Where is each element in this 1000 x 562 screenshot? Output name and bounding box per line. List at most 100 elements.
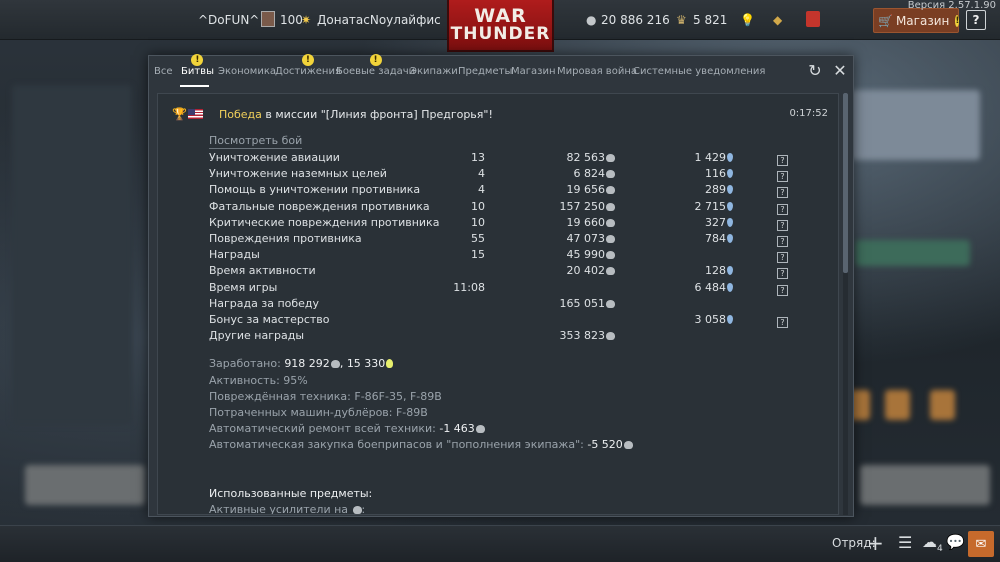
silver-icon (606, 235, 615, 243)
tab-label: Битвы (181, 66, 214, 77)
silver-icon (623, 441, 633, 449)
reward-silver-value: 353 823 (559, 329, 606, 343)
version-label: Версия 2.57.1.90 (907, 0, 996, 11)
reward-silver: 20 402 (567, 264, 615, 277)
tab-label: Мировая война (557, 66, 637, 77)
tab-label: Все (154, 66, 173, 77)
shop-warning-icon: ! (955, 14, 960, 27)
warning-icon: ! (191, 54, 204, 66)
reward-label: Время игры (209, 280, 278, 294)
tab-world-war[interactable]: Мировая война (557, 66, 637, 77)
reward-rp-value: 1 429 (694, 151, 727, 164)
earned-rp: 15 330 (346, 357, 386, 370)
refresh-icon[interactable]: ↻ (807, 63, 823, 79)
warning-icon: ! (369, 54, 382, 66)
tab-system-notifications[interactable]: Системные уведомления (633, 66, 765, 77)
chat-icon[interactable]: 💬 (946, 533, 965, 551)
help-icon[interactable]: ? (777, 153, 788, 166)
shop-button[interactable]: 🛒 Магазин ! (873, 8, 960, 33)
reward-label: Награда за победу (209, 296, 320, 310)
view-battle-link[interactable]: Посмотреть бой (209, 134, 303, 149)
research-bulb-icon[interactable]: 💡 (740, 13, 755, 27)
reward-label: Награды (209, 248, 260, 262)
bottom-bar: Отряд: + ☰ ☁ 4 💬 ✉ (0, 525, 1000, 562)
tab-all[interactable]: Все (154, 66, 173, 77)
background-vehicle-card-right (860, 465, 990, 505)
tab-label: Экономика (218, 66, 277, 77)
help-icon[interactable]: ? (777, 315, 788, 328)
warning-icon: ! (301, 54, 314, 66)
help-icon[interactable]: ? (777, 250, 788, 264)
research-points-icon (727, 201, 733, 211)
menu-list-icon[interactable]: ☰ (898, 533, 912, 552)
reward-rp-value: 327 (705, 215, 726, 229)
help-icon[interactable]: ? (777, 202, 788, 215)
reward-silver: 45 990 (567, 248, 615, 261)
silver-lions-icon: ● (586, 13, 597, 27)
war-thunder-logo: WAR THUNDER (447, 0, 554, 52)
research-points-icon (727, 282, 733, 292)
friends-icon[interactable]: ☁ (922, 533, 937, 551)
victory-label: Победа (219, 108, 262, 121)
reward-silver-value: 82 563 (566, 151, 606, 164)
reward-silver-value: 19 656 (566, 183, 606, 197)
reward-rp-value: 289 (705, 183, 726, 197)
gift-icon[interactable] (806, 11, 820, 27)
premium-icon[interactable]: ◆ (773, 13, 782, 27)
repair-cost: Автоматический ремонт всей техники: -1 4… (209, 422, 485, 435)
ammo-label: Автоматическая закупка боеприпасов и "по… (209, 438, 588, 451)
help-icon[interactable]: ? (777, 218, 788, 231)
reward-count: 10 (471, 199, 485, 213)
reward-silver: 19 656 (566, 183, 615, 197)
help-icon[interactable]: ? (777, 234, 788, 247)
close-icon[interactable]: ✕ (832, 63, 848, 79)
tab-battles[interactable]: ! Битвы (181, 54, 214, 77)
reward-row: Время игры 11:08 6 484? (209, 280, 788, 297)
silver-icon (606, 154, 615, 162)
silver-icon (475, 425, 485, 433)
ammo-cost: Автоматическая закупка боеприпасов и "по… (209, 438, 633, 451)
avatar[interactable] (261, 11, 275, 27)
background-panel-left (12, 85, 132, 425)
scrollbar-thumb[interactable] (843, 93, 848, 273)
reward-label: Уничтожение наземных целей (209, 167, 387, 181)
tab-items[interactable]: Предметы (458, 66, 512, 77)
research-points-icon (727, 169, 733, 179)
reward-silver-value: 47 073 (566, 232, 606, 245)
add-squad-member-icon[interactable]: + (867, 531, 884, 555)
earned-separator: , (339, 357, 347, 370)
tab-achievements[interactable]: ! Достижения (275, 54, 341, 77)
reward-silver: 165 051 (560, 297, 615, 310)
tab-crews[interactable]: Экипажи (410, 66, 458, 77)
message-time: 0:17:52 (789, 108, 828, 119)
tab-economy[interactable]: Экономика (218, 66, 276, 77)
trophy-icon: 🏆 (172, 107, 187, 121)
reward-silver: 353 823 (559, 329, 615, 343)
nickname[interactable]: ^DoFUN^ (198, 13, 259, 27)
help-icon[interactable]: ? (777, 169, 788, 183)
earned-silver: 918 292 (284, 357, 330, 370)
cart-icon: 🛒 (878, 13, 893, 28)
silver-icon (606, 251, 615, 260)
silver-icon (330, 360, 340, 368)
silver-lions-balance: 20 886 216 (601, 13, 670, 27)
player-name[interactable]: ДонатасNoулайфис (317, 13, 441, 27)
tab-shop[interactable]: Магазин (511, 66, 556, 77)
silver-icon (606, 267, 615, 276)
shop-label: Магазин (895, 13, 950, 28)
mail-icon[interactable]: ✉ (968, 531, 994, 557)
help-icon[interactable]: ? (777, 283, 788, 296)
research-points-icon (727, 217, 733, 227)
tab-combat-tasks[interactable]: ! Боевые задачи (336, 54, 415, 77)
reward-label: Бонус за мастерство (209, 313, 330, 326)
reward-research-points: 327 (705, 216, 733, 229)
golden-eagles-icon: ♛ (676, 13, 687, 27)
silver-icon (606, 186, 615, 195)
reward-rp-value: 6 484 (694, 280, 727, 294)
reward-count: 11:08 (453, 280, 485, 294)
help-icon[interactable]: ? (777, 185, 788, 199)
reward-research-points: 128 (705, 264, 733, 277)
player-level: 100 (280, 13, 303, 27)
help-icon[interactable]: ? (777, 266, 788, 280)
help-button[interactable]: ? (966, 10, 986, 30)
